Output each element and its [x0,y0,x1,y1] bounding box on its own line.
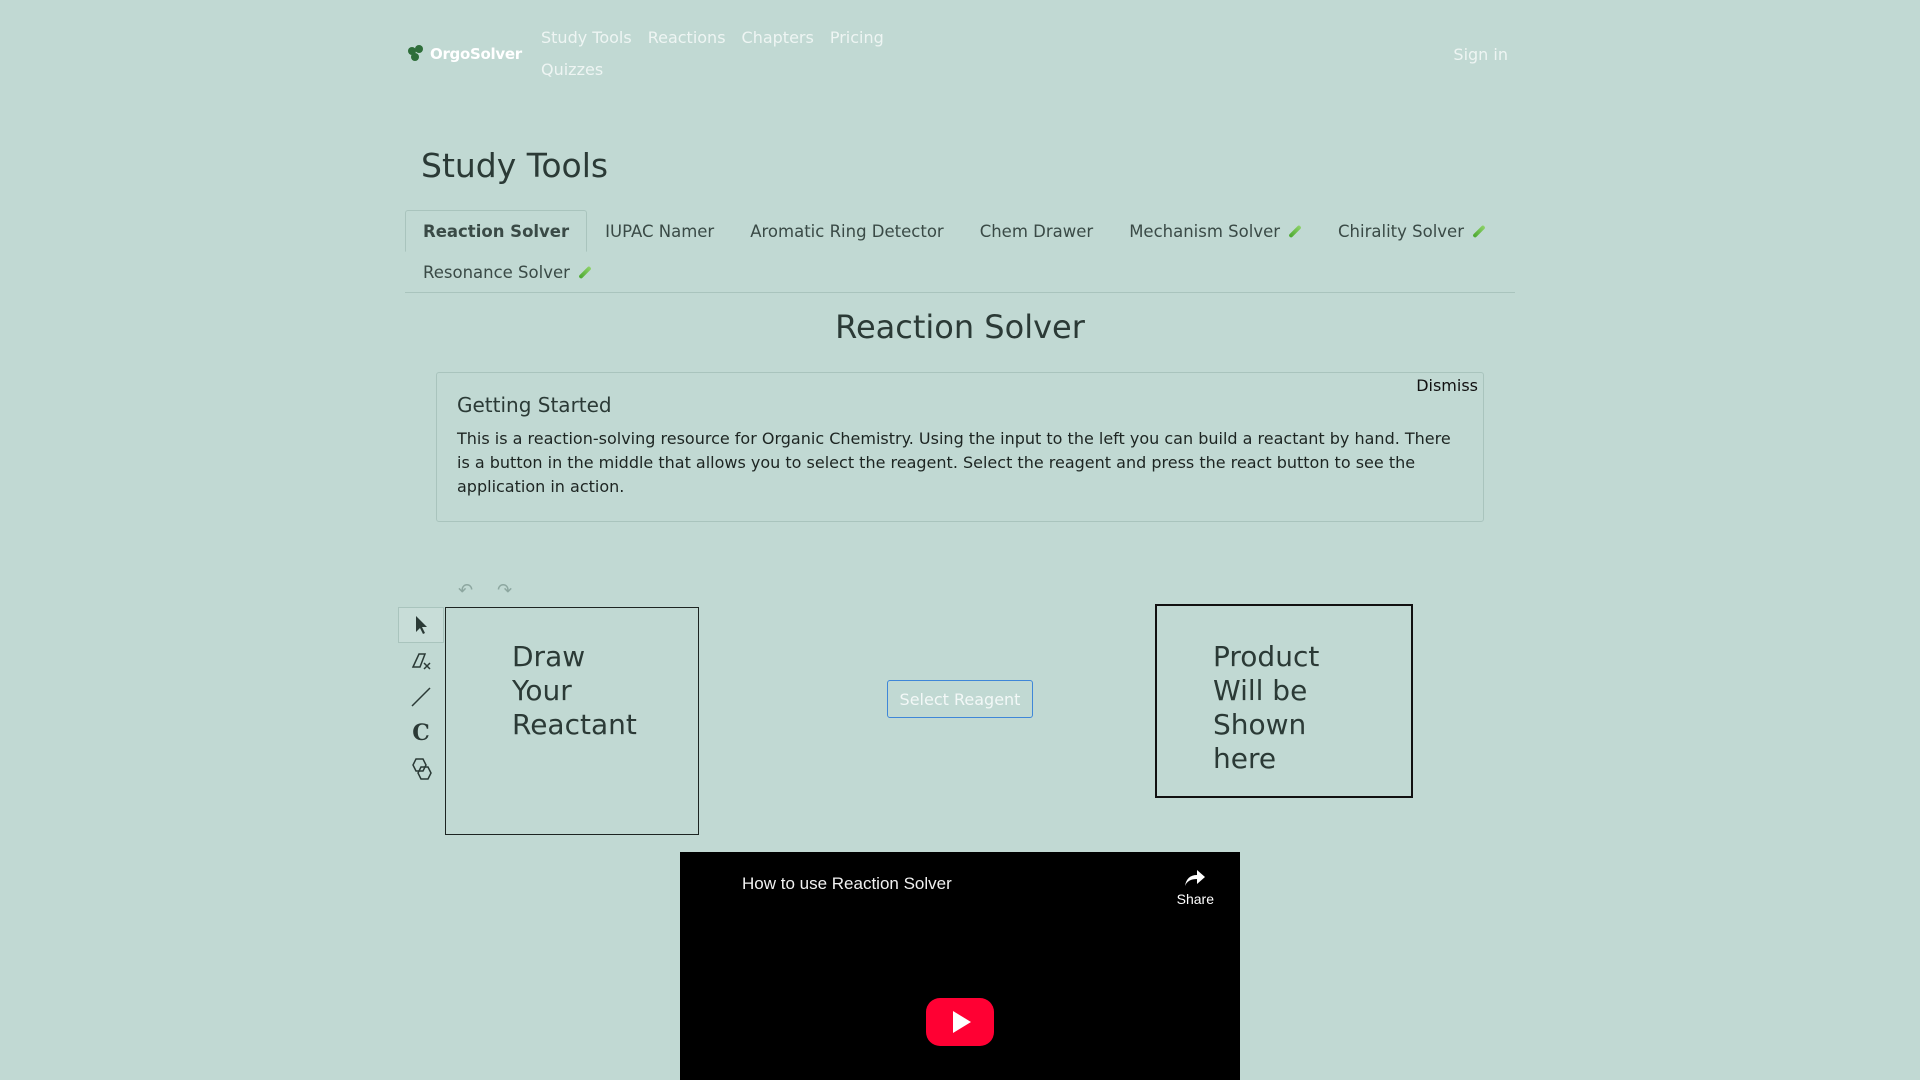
tab-label: Chem Drawer [979,221,1094,241]
top-navbar: OrgoSolver Study Tools Reactions Chapter… [0,0,1920,100]
draw-placeholder-line: Reactant [512,708,637,741]
tab-label: Resonance Solver [423,262,570,282]
product-placeholder-line: Shown [1213,708,1307,741]
product-placeholder-line: Product [1213,640,1320,673]
eraser-icon[interactable] [398,643,444,679]
page-title: Study Tools [421,146,609,185]
brand-logo[interactable]: OrgoSolver [408,45,522,63]
video-title[interactable]: How to use Reaction Solver [742,874,952,894]
getting-started-card: Dismiss Getting Started This is a reacti… [436,372,1484,522]
tab-mechanism-solver[interactable]: Mechanism Solver [1111,210,1320,252]
redo-icon[interactable]: ↷ [497,580,512,601]
tab-chirality-solver[interactable]: Chirality Solver [1320,210,1504,252]
logo-icon [408,45,426,63]
test-tube-icon [1288,224,1302,238]
test-tube-icon [1472,224,1486,238]
draw-placeholder-line: Your [512,674,572,707]
brand-name: OrgoSolver [430,45,522,63]
reactant-canvas[interactable]: Draw Your Reactant [445,607,699,835]
product-placeholder-line: here [1213,742,1277,775]
tab-iupac-namer[interactable]: IUPAC Namer [587,210,732,252]
tutorial-video[interactable]: How to use Reaction Solver Share [680,852,1240,1080]
nav-link-reactions[interactable]: Reactions [648,28,726,48]
select-reagent-button[interactable]: Select Reagent [887,680,1033,718]
pointer-icon[interactable] [398,607,444,643]
tab-label: Mechanism Solver [1129,221,1281,241]
undo-icon[interactable]: ↶ [458,580,473,601]
nav-link-pricing[interactable]: Pricing [830,28,884,48]
product-placeholder-line: Will be [1213,674,1308,707]
card-title: Getting Started [457,393,612,417]
test-tube-icon [578,265,592,279]
drawing-toolbar: C [398,607,444,787]
product-display: Product Will be Shown here [1155,604,1413,798]
tab-label: Chirality Solver [1338,221,1464,241]
tab-reaction-solver[interactable]: Reaction Solver [405,210,588,252]
nav-link-study-tools[interactable]: Study Tools [541,28,632,48]
tab-aromatic-ring-detector[interactable]: Aromatic Ring Detector [732,210,961,252]
share-label: Share [1176,891,1214,907]
draw-placeholder-line: Draw [512,640,586,673]
tab-chem-drawer[interactable]: Chem Drawer [962,210,1111,252]
ring-template-icon[interactable] [398,751,444,787]
nav-link-quizzes[interactable]: Quizzes [541,60,603,80]
share-button[interactable]: Share [1177,868,1214,907]
tab-label: Reaction Solver [423,221,570,241]
nav-links: Study Tools Reactions Chapters Pricing Q… [533,28,893,80]
tool-tabs: Reaction Solver IUPAC Namer Aromatic Rin… [405,210,1515,293]
section-title: Reaction Solver [835,308,1085,346]
tab-label: Aromatic Ring Detector [750,221,944,241]
card-body: This is a reaction-solving resource for … [457,429,1451,496]
sign-in-link[interactable]: Sign in [1453,45,1508,64]
tab-label: IUPAC Namer [605,221,715,241]
history-controls: ↶ ↷ [458,580,512,601]
tab-resonance-solver[interactable]: Resonance Solver [405,252,610,292]
share-icon [1185,870,1206,886]
nav-link-chapters[interactable]: Chapters [742,28,814,48]
dismiss-button[interactable]: Dismiss [1416,376,1478,395]
bond-icon[interactable] [398,679,444,715]
play-button[interactable] [926,998,994,1046]
carbon-icon[interactable]: C [398,715,444,751]
carbon-glyph: C [412,720,430,746]
